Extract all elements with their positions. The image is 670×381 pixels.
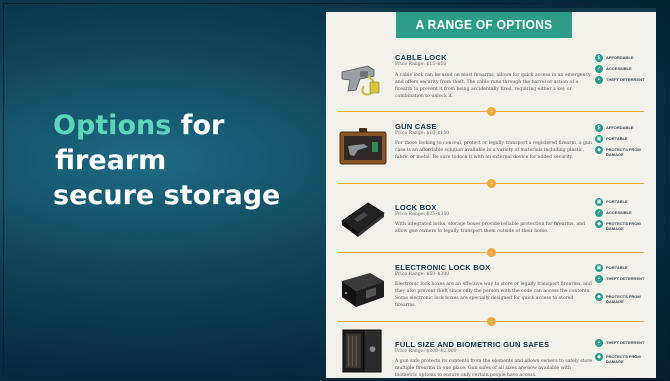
item-description: A gun safe protects its contents from th… <box>395 359 593 378</box>
feature-icon: • <box>595 339 603 347</box>
list-item-gun-case: GUN CASE Price Range: $10–$150 For those… <box>326 118 656 178</box>
infographic-panel: A RANGE OF OPTIONS CABLE LOCK Price Rang… <box>326 8 656 378</box>
feature-icon: ◆ <box>595 146 603 154</box>
slide-title: Options for firearm secure storage <box>53 108 313 213</box>
item-name: CABLE LOCK <box>395 53 447 62</box>
feature-label: Theft deterrent <box>606 276 645 281</box>
item-name: GUN CASE <box>395 122 437 131</box>
slide: Options for firearm secure storage A RAN… <box>0 0 670 381</box>
chevron-down-icon: ⌄ <box>487 317 496 326</box>
title-rest: for <box>171 110 225 141</box>
feature-icon: ✓ <box>595 65 603 73</box>
feature-label: Theft deterrent <box>606 77 645 82</box>
item-description: With integrated locks, storage boxes pro… <box>395 222 586 234</box>
item-description: For those looking to conceal, protect or… <box>395 141 592 160</box>
feature-icon: • <box>595 76 603 84</box>
item-name: FULL SIZE AND BIOMETRIC GUN SAFES <box>395 340 550 349</box>
title-line-3: secure storage <box>53 180 281 211</box>
gun-safe-icon <box>342 329 382 373</box>
feature-label: Protects from damage <box>606 221 641 231</box>
feature-label: Protects from damage <box>606 294 641 304</box>
feature-icon: ◆ <box>595 353 603 361</box>
panel-banner-text: A RANGE OF OPTIONS <box>415 17 553 32</box>
feature-icon: ◆ <box>595 293 603 301</box>
feature-label: Affordable <box>606 55 634 60</box>
feature-label: Affordable <box>606 125 634 130</box>
item-price: Price Range: $15–$50 <box>395 62 447 67</box>
chevron-down-icon: ⌄ <box>487 248 496 257</box>
item-price: Price Range: $25–$350 <box>395 212 450 217</box>
item-price: Price Range: $10–$150 <box>395 131 450 136</box>
chevron-down-icon: ⌄ <box>487 107 496 116</box>
list-item-electronic-lock-box: ELECTRONIC LOCK BOX Price Range: $50–$30… <box>326 259 656 319</box>
item-price: Price Range: $200–$2,000 <box>395 349 457 354</box>
item-description: A cable lock can be used on most firearm… <box>395 73 591 99</box>
feature-icon: ▣ <box>595 135 603 143</box>
feature-icon: $ <box>595 54 603 62</box>
feature-icon: ◆ <box>595 220 603 228</box>
feature-label: Accessible <box>606 66 632 71</box>
feature-label: Protects from damage <box>606 354 641 364</box>
electronic-lock-box-icon <box>342 273 384 307</box>
item-description: Electronic lock boxes are an effective w… <box>395 282 592 308</box>
title-accent: Options <box>53 110 172 141</box>
cable-lock-icon <box>341 65 380 96</box>
feature-icon: $ <box>595 124 603 132</box>
list-item-lock-box: LOCK BOX Price Range: $25–$350 With inte… <box>326 191 656 249</box>
list-item-gun-safes: FULL SIZE AND BIOMETRIC GUN SAFES Price … <box>326 326 656 378</box>
feature-label: Protects from damage <box>606 147 641 157</box>
gun-case-icon <box>339 128 387 165</box>
item-name: LOCK BOX <box>395 203 437 212</box>
feature-icon: ▣ <box>595 198 603 206</box>
feature-label: Portable <box>606 199 628 204</box>
list-item-cable-lock: CABLE LOCK Price Range: $15–$50 A cable … <box>326 48 656 106</box>
feature-icon: ▣ <box>595 264 603 272</box>
feature-icon: ✓ <box>595 209 603 217</box>
feature-label: Theft deterrent <box>606 340 645 345</box>
item-name: ELECTRONIC LOCK BOX <box>395 263 491 272</box>
lock-box-icon <box>341 202 385 237</box>
chevron-down-icon: ⌄ <box>487 179 496 188</box>
feature-label: Portable <box>606 265 628 270</box>
title-line-2: firearm <box>55 145 167 176</box>
item-price: Price Range: $50–$300 <box>395 272 450 277</box>
feature-label: Accessible <box>606 210 632 215</box>
feature-label: Portable <box>606 136 628 141</box>
feature-icon: • <box>595 275 603 283</box>
panel-banner: A RANGE OF OPTIONS <box>396 12 572 38</box>
